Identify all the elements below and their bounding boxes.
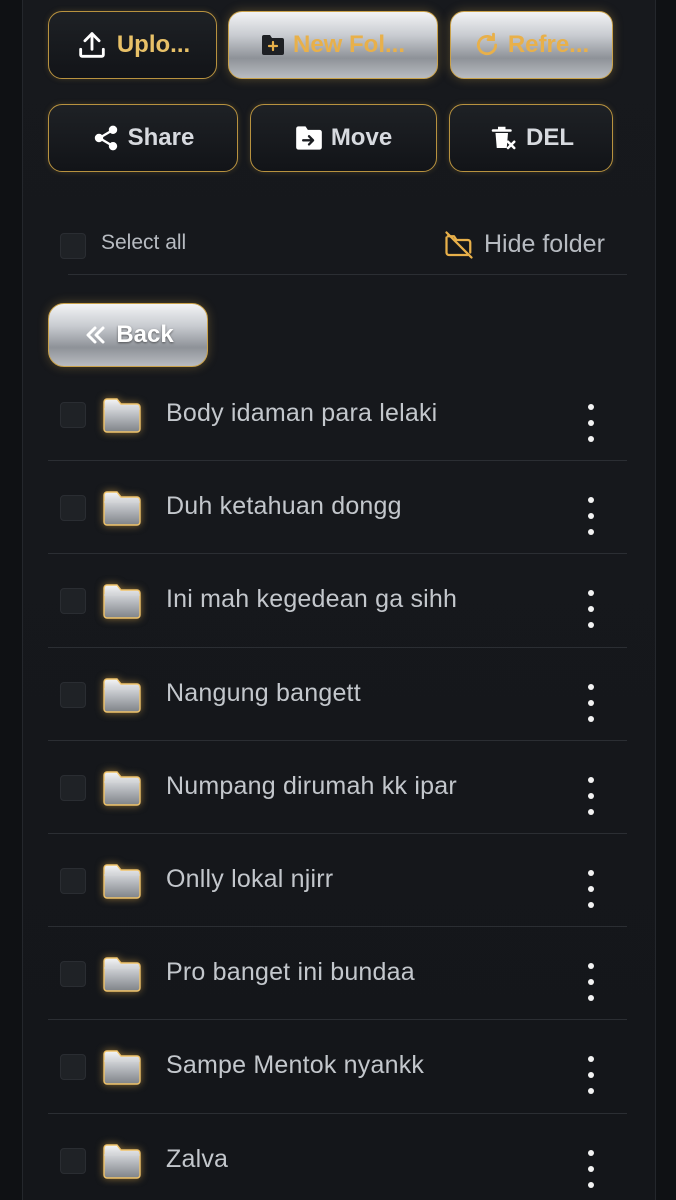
new-folder-label: New Fol... bbox=[292, 31, 405, 58]
refresh-button[interactable]: Refre... bbox=[450, 11, 613, 79]
refresh-label: Refre... bbox=[507, 31, 590, 58]
move-label: Move bbox=[330, 124, 393, 151]
folder-checkbox[interactable] bbox=[60, 1054, 86, 1081]
row-divider bbox=[48, 1019, 627, 1021]
row-divider bbox=[48, 1112, 627, 1114]
move-button[interactable]: Move bbox=[250, 104, 437, 172]
chevrons-left-icon bbox=[82, 323, 108, 347]
hide-folder-label: Hide folder bbox=[484, 230, 605, 258]
folder-name: Pro banget ini bundaa bbox=[166, 958, 415, 987]
row-divider bbox=[48, 739, 627, 741]
more-vertical-icon[interactable] bbox=[580, 404, 602, 442]
upload-label: Uplo... bbox=[116, 31, 191, 58]
folder-checkbox[interactable] bbox=[60, 774, 86, 801]
back-button[interactable]: Back bbox=[48, 303, 208, 367]
folder-checkbox[interactable] bbox=[60, 961, 86, 988]
delete-button[interactable]: DEL bbox=[449, 104, 613, 172]
row-divider bbox=[48, 460, 627, 462]
more-vertical-icon[interactable] bbox=[580, 963, 602, 1002]
folder-checkbox[interactable] bbox=[60, 588, 86, 615]
share-icon bbox=[92, 124, 120, 152]
select-all-label: Select all bbox=[101, 231, 187, 254]
folder-name: Onlly lokal njirr bbox=[166, 865, 334, 893]
header-divider bbox=[68, 274, 627, 275]
more-vertical-icon[interactable] bbox=[580, 590, 602, 629]
folder-name: Sampe Mentok nyankk bbox=[166, 1051, 425, 1080]
more-vertical-icon[interactable] bbox=[580, 497, 602, 536]
row-divider bbox=[48, 553, 627, 555]
trash-x-icon bbox=[488, 123, 518, 153]
delete-label: DEL bbox=[526, 124, 574, 151]
folder-name: Nangung bangett bbox=[166, 678, 361, 707]
folder-checkbox[interactable] bbox=[60, 1147, 86, 1174]
folder-icon bbox=[102, 769, 142, 806]
folder-icon bbox=[102, 1048, 142, 1086]
folder-name: Zalva bbox=[166, 1144, 229, 1173]
share-label: Share bbox=[127, 124, 195, 151]
folder-name: Numpang dirumah kk ipar bbox=[166, 771, 457, 800]
more-vertical-icon[interactable] bbox=[580, 870, 602, 908]
folder-icon bbox=[102, 489, 142, 526]
folder-off-icon bbox=[444, 230, 474, 259]
folder-checkbox[interactable] bbox=[60, 402, 86, 428]
back-label: Back bbox=[116, 321, 174, 348]
more-vertical-icon[interactable] bbox=[580, 1149, 602, 1188]
row-divider bbox=[48, 926, 627, 928]
upload-icon bbox=[75, 28, 109, 62]
folder-checkbox[interactable] bbox=[60, 681, 86, 708]
more-vertical-icon[interactable] bbox=[580, 683, 602, 722]
folder-plus-icon bbox=[261, 34, 285, 56]
refresh-icon bbox=[474, 32, 500, 58]
folder-icon bbox=[102, 582, 142, 620]
new-folder-button[interactable]: New Fol... bbox=[228, 11, 438, 79]
folder-icon bbox=[102, 955, 142, 992]
folder-move-icon bbox=[295, 125, 323, 151]
share-button[interactable]: Share bbox=[48, 104, 238, 172]
folder-name: Body idaman para lelaki bbox=[166, 399, 438, 427]
folder-name: Ini mah kegedean ga sihh bbox=[166, 585, 458, 614]
folder-icon bbox=[102, 862, 142, 899]
folder-checkbox[interactable] bbox=[60, 495, 86, 522]
folder-icon bbox=[102, 396, 142, 433]
more-vertical-icon[interactable] bbox=[580, 1056, 602, 1095]
folder-icon bbox=[102, 1142, 142, 1179]
upload-button[interactable]: Uplo... bbox=[48, 11, 217, 79]
row-divider bbox=[48, 833, 627, 834]
folder-icon bbox=[102, 676, 142, 713]
row-divider bbox=[48, 646, 627, 648]
select-all-checkbox[interactable] bbox=[60, 233, 86, 259]
folder-checkbox[interactable] bbox=[60, 868, 86, 894]
folder-name: Duh ketahuan dongg bbox=[166, 492, 402, 521]
more-vertical-icon[interactable] bbox=[580, 776, 602, 815]
hide-folder-button[interactable]: Hide folder bbox=[444, 230, 605, 259]
